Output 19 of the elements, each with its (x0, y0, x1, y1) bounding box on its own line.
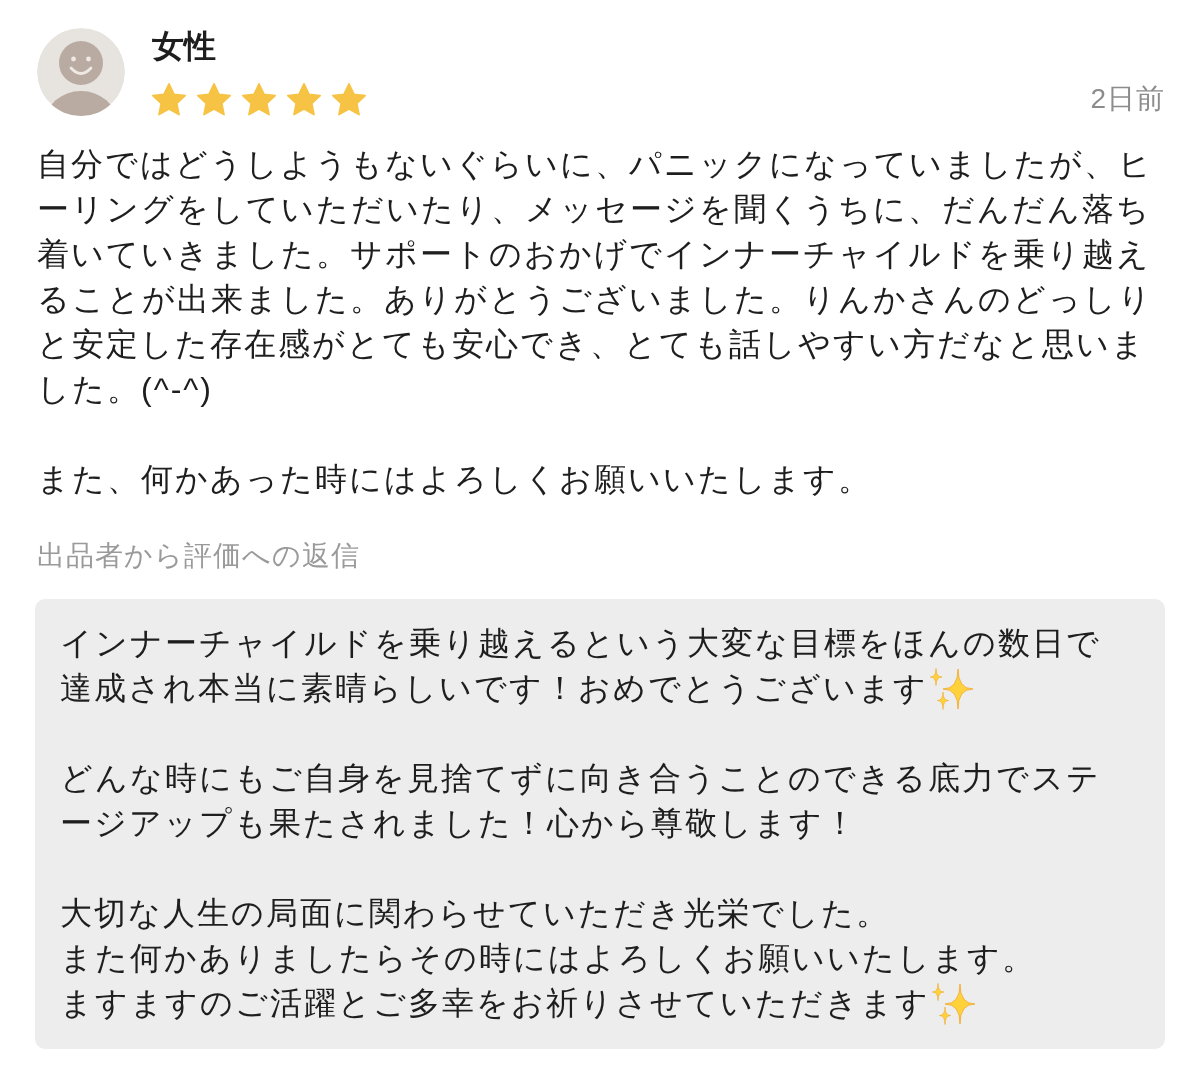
reply-text: 達成され本当に素晴らしいです！おめでとうございます (60, 669, 928, 708)
reply-heading: 出品者から評価への返信 (37, 539, 361, 573)
reply-text: インナーチャイルドを乗り越えるという大変な目標をほんの数日で (60, 624, 1101, 663)
review-text: 自分ではどうしようもないぐらいに、パニックになっていましたが、ヒーリングをしていただいたり、メッセージを聞くうちに、だんだん落ち着いていきました。サポートのおかげでインナーチャイルドを乗り越えることが出来ました。ありがとうございました。りんかさんのどっしりと安定した存在感がとても安心でき、とても話しやすい方だなと思いました。(^-^) (37, 145, 1154, 409)
review-text: また、何かあった時にはよろしくお願いいたします。 (37, 460, 873, 499)
reply-text: 大切な人生の局面に関わらせていただき光栄でした。 (60, 894, 890, 933)
reply-text: また何かありましたらその時にはよろしくお願いいたします。 (60, 939, 1036, 978)
reply-text: どんな時にもご自身を見捨てずに向き合うことのできる底力でステージアップも果たされました！心から尊敬します！ (60, 759, 1102, 843)
star-icon (152, 83, 186, 116)
star-icon (242, 83, 276, 116)
sparkles-icon (932, 982, 976, 1025)
reply-text: ますますのご活躍とご多幸をお祈りさせていただきます (60, 984, 930, 1023)
star-icon (197, 83, 231, 116)
reviewer-name: 女性 (152, 27, 217, 66)
avatar-icon (37, 28, 125, 116)
sparkles-icon (930, 667, 974, 710)
star-icon (332, 83, 366, 116)
star-icon (287, 83, 321, 116)
review-time: 2日前 (1090, 82, 1165, 116)
